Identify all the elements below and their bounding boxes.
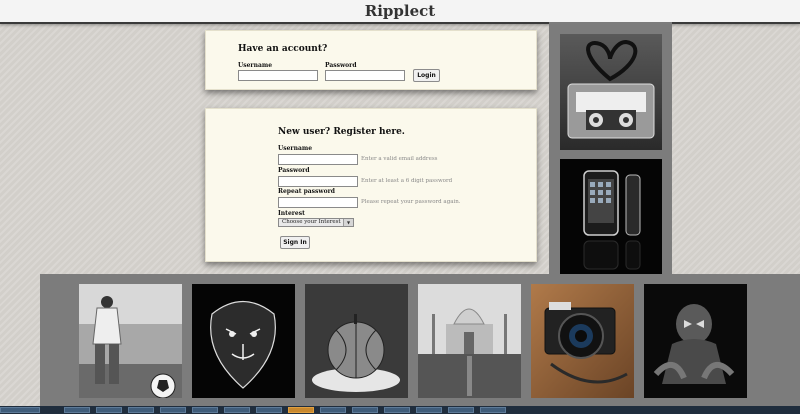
login-panel: Have an account? Username Password Login: [205, 30, 537, 90]
right-image-column: [549, 22, 672, 274]
taskbar-item[interactable]: [416, 407, 442, 413]
interest-select-value: Choose your Interest: [282, 219, 341, 225]
taskbar-item[interactable]: [192, 407, 218, 413]
cassette-heart-photo: [560, 34, 662, 150]
register-password-input[interactable]: [278, 176, 358, 187]
taskbar-item[interactable]: [288, 407, 314, 413]
login-heading: Have an account?: [238, 44, 328, 54]
taskbar-item[interactable]: [480, 407, 506, 413]
register-username-input[interactable]: [278, 154, 358, 165]
taskbar-item[interactable]: [352, 407, 378, 413]
soccer-player-photo: [79, 284, 182, 398]
taskbar-item[interactable]: [128, 407, 154, 413]
os-taskbar: [0, 406, 800, 414]
register-interest-label: Interest: [278, 210, 305, 217]
login-username-label: Username: [238, 62, 273, 69]
register-heading: New user? Register here.: [278, 127, 405, 137]
sign-in-button[interactable]: Sign In: [280, 236, 310, 249]
taskbar-item[interactable]: [384, 407, 410, 413]
register-password-hint: Enter at least a 6 digit password: [361, 178, 453, 184]
login-username-input[interactable]: [238, 70, 318, 81]
iphone-photo: [560, 159, 662, 274]
spiderman-photo: [644, 284, 747, 398]
header-bar: Ripplect: [0, 0, 800, 24]
taskbar-item[interactable]: [224, 407, 250, 413]
register-repeat-input[interactable]: [278, 197, 358, 208]
register-repeat-label: Repeat password: [278, 188, 335, 195]
dessert-photo: [305, 284, 408, 398]
interest-select[interactable]: Choose your Interest ▼: [278, 218, 354, 227]
taskbar-item[interactable]: [64, 407, 90, 413]
login-button[interactable]: Login: [413, 69, 440, 82]
chevron-down-icon: ▼: [343, 219, 353, 226]
page-title: Ripplect: [364, 2, 436, 20]
tiger-photo: [192, 284, 295, 398]
bottom-gallery: [40, 274, 800, 406]
register-username-label: Username: [278, 145, 313, 152]
taskbar-item[interactable]: [160, 407, 186, 413]
taskbar-item[interactable]: [320, 407, 346, 413]
taskbar-item[interactable]: [0, 407, 40, 413]
login-password-input[interactable]: [325, 70, 405, 81]
login-password-label: Password: [325, 62, 357, 69]
register-password-label: Password: [278, 167, 310, 174]
register-repeat-hint: Please repeat your password again.: [361, 199, 461, 205]
register-username-hint: Enter a valid email address: [361, 156, 438, 162]
taj-mahal-photo: [418, 284, 521, 398]
taskbar-item[interactable]: [256, 407, 282, 413]
taskbar-item[interactable]: [448, 407, 474, 413]
register-panel: New user? Register here. Username Enter …: [205, 108, 537, 262]
taskbar-item[interactable]: [96, 407, 122, 413]
camera-photo: [531, 284, 634, 398]
